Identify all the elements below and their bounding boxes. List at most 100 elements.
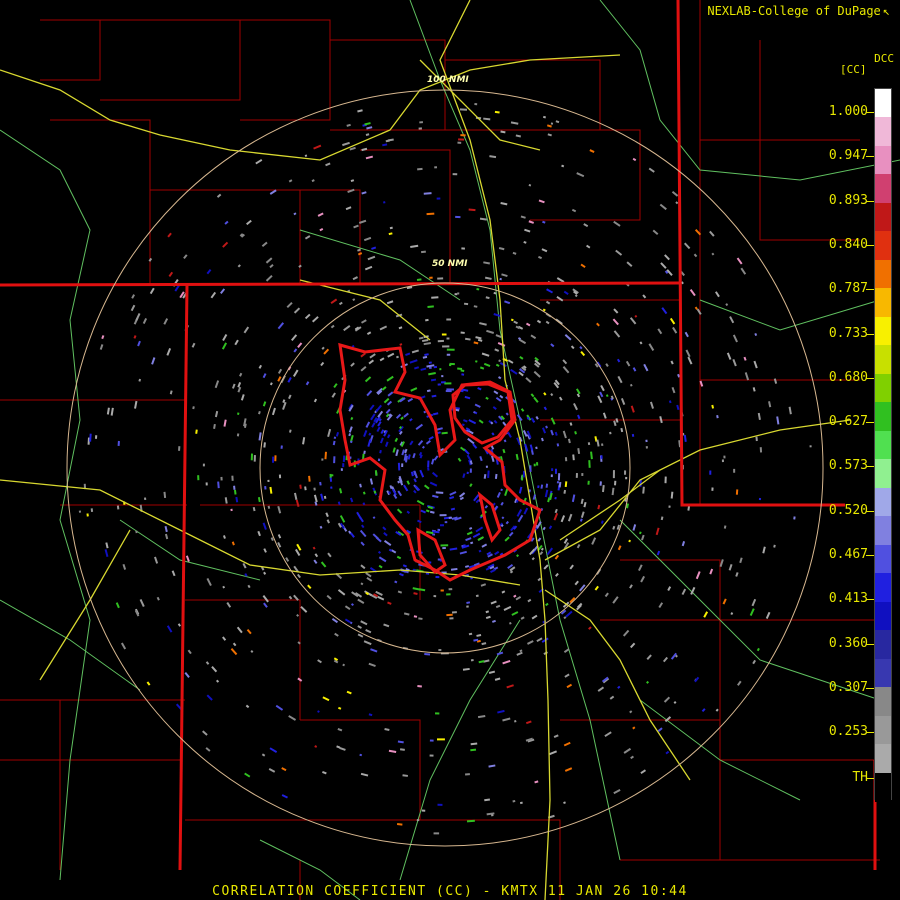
echo-gate: [555, 572, 559, 577]
highlight-outline: [338, 342, 542, 582]
echo-gate: [302, 437, 306, 445]
echo-gate: [277, 322, 285, 330]
echo-gate: [385, 408, 391, 414]
echo-gate: [365, 421, 371, 428]
echo-gate: [468, 419, 477, 425]
echo-gate: [494, 550, 500, 556]
scale-label: 0.520: [828, 502, 868, 518]
scale-swatch: [875, 145, 891, 176]
echo-gate: [473, 305, 478, 308]
echo-gate: [430, 378, 437, 382]
echo-gate: [217, 481, 220, 489]
echo-gate: [613, 788, 621, 795]
echo-gate: [587, 480, 590, 485]
echo-gate: [427, 305, 434, 309]
echo-gate: [502, 448, 506, 454]
echo-gate: [549, 750, 558, 756]
echo-gate: [418, 127, 422, 130]
echo-gate: [557, 473, 561, 481]
echo-gate: [428, 435, 434, 441]
echo-gate: [449, 364, 452, 367]
highway-line: [0, 479, 521, 586]
echo-gate: [278, 474, 282, 479]
echo-gate: [485, 615, 491, 620]
product-code: DCC: [874, 52, 894, 65]
echo-gate: [431, 471, 439, 478]
echo-gate: [516, 651, 523, 656]
echo-gate: [494, 677, 501, 681]
echo-gate: [312, 316, 319, 323]
echo-gate: [490, 600, 497, 605]
echo-gate: [660, 262, 667, 269]
echo-gate: [502, 717, 511, 722]
echo-gate: [131, 294, 136, 299]
echo-gate: [432, 530, 440, 534]
echo-gate: [495, 363, 500, 367]
echo-gate: [632, 726, 636, 730]
echo-gate: [466, 601, 471, 604]
echo-gate: [550, 343, 555, 348]
echo-gate: [438, 648, 442, 652]
echo-gate: [269, 486, 273, 494]
echo-gate: [687, 356, 693, 365]
echo-gate: [572, 454, 575, 461]
echo-gate: [506, 684, 514, 689]
echo-gate: [424, 653, 431, 656]
echo-gate: [378, 564, 383, 569]
echo-gate: [154, 556, 159, 564]
echo-gate: [349, 532, 355, 538]
echo-gate: [135, 313, 141, 322]
echo-gate: [554, 431, 558, 436]
echo-gate: [363, 430, 368, 437]
echo-gate: [588, 626, 592, 630]
echo-gate: [357, 598, 365, 605]
echo-gate: [512, 251, 517, 255]
echo-gate: [364, 265, 373, 271]
echo-gate: [386, 375, 394, 382]
echo-gate: [413, 615, 418, 618]
echo-gate: [163, 491, 167, 499]
echo-gate: [564, 673, 570, 678]
echo-gate: [223, 535, 226, 539]
echo-gate: [615, 249, 623, 256]
echo-gate: [515, 134, 522, 138]
echo-gate: [417, 684, 422, 688]
radar-echoes: [78, 103, 812, 835]
echo-gate: [580, 263, 586, 269]
echo-gate: [264, 485, 267, 490]
echo-gate: [282, 401, 287, 410]
echo-gate: [360, 620, 368, 626]
echo-gate: [580, 350, 586, 357]
echo-gate: [215, 679, 220, 683]
echo-gate: [365, 133, 370, 136]
echo-gate: [446, 388, 455, 391]
echo-gate: [262, 373, 267, 379]
echo-gate: [363, 640, 372, 646]
radar-map[interactable]: 50 NMI 100 NMI: [0, 0, 900, 900]
scale-tick: [866, 377, 874, 379]
scale-swatch: [875, 402, 891, 432]
echo-gate: [642, 486, 645, 494]
echo-gate: [535, 415, 539, 420]
echo-gate: [640, 575, 646, 583]
echo-gate: [293, 492, 298, 500]
echo-gate: [285, 557, 290, 562]
echo-gate: [576, 543, 581, 549]
echo-gate: [669, 317, 676, 325]
echo-gate: [379, 325, 388, 331]
echo-gate: [466, 531, 473, 536]
echo-gate: [512, 799, 516, 803]
echo-gate: [558, 481, 562, 488]
echo-gate: [479, 455, 483, 462]
echo-gate: [711, 404, 715, 409]
echo-gate: [580, 511, 585, 518]
echo-gate: [423, 192, 432, 195]
echo-gate: [365, 629, 372, 634]
echo-gate: [339, 488, 343, 494]
echo-gate: [525, 377, 532, 383]
echo-gate: [350, 416, 354, 421]
echo-gate: [523, 507, 529, 515]
echo-gate: [648, 343, 655, 351]
echo-gate: [646, 680, 650, 684]
echo-gate: [427, 460, 430, 468]
